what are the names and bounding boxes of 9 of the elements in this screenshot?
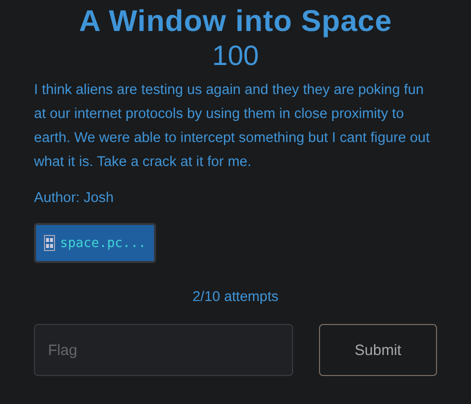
points-value: 100 [211, 40, 260, 72]
challenge-description: I think aliens are testing us again and they they are poking fun at our internet protocols by using them in close proximity to earth. We were able to intercept something but I cant figure out what it is. Take a crack at it for me. [34, 81, 431, 172]
author-label: Author: Josh [34, 189, 115, 208]
file-icon [44, 235, 55, 251]
attempts-counter: 2/10 attempts [192, 288, 280, 307]
flag-input-field[interactable]: Flag [34, 324, 293, 376]
file-download-button[interactable]: space.pc... [34, 223, 156, 263]
challenge-title: A Window into Space [78, 4, 394, 40]
submit-button[interactable]: Submit [319, 324, 437, 376]
